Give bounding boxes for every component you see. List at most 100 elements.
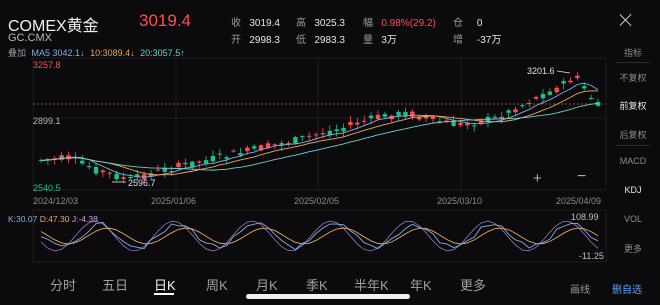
candle-body bbox=[265, 143, 271, 148]
candle-body bbox=[506, 110, 511, 113]
kdj-lines bbox=[40, 220, 599, 252]
candle-body bbox=[533, 96, 539, 99]
candle-body bbox=[451, 121, 456, 126]
candle-body bbox=[59, 155, 64, 160]
tab-half-year-k[interactable]: 半年K bbox=[354, 275, 389, 294]
candle-body bbox=[114, 173, 119, 180]
candle-body bbox=[396, 111, 401, 116]
ma20-line bbox=[40, 102, 599, 171]
candle-body bbox=[80, 160, 85, 164]
y-axis-mid: 2899.1 bbox=[33, 116, 61, 126]
candle-body bbox=[561, 81, 566, 84]
candle-body bbox=[183, 162, 188, 165]
candle-body bbox=[520, 105, 525, 107]
y-axis-bottom: 2540.5 bbox=[33, 183, 61, 193]
date-label-5: 2025/04/09 bbox=[556, 196, 602, 206]
ma-lines bbox=[40, 82, 599, 178]
tab-intraday[interactable]: 分时 bbox=[50, 275, 76, 294]
candle-body bbox=[121, 177, 126, 179]
candle-body bbox=[568, 80, 573, 83]
candle-body bbox=[203, 160, 209, 164]
candle-body bbox=[196, 161, 202, 163]
active-tab-underline bbox=[154, 293, 174, 295]
tab-daily-k[interactable]: 日K bbox=[154, 275, 176, 294]
post-adjust-option[interactable]: 后复权 bbox=[612, 128, 654, 141]
candle-body bbox=[251, 146, 257, 149]
candle-body bbox=[231, 150, 236, 152]
candle-body bbox=[430, 116, 436, 120]
candle-body bbox=[155, 169, 161, 171]
candle-body bbox=[306, 135, 312, 137]
candle-body bbox=[348, 122, 353, 125]
candle-body bbox=[334, 129, 339, 131]
candle-body bbox=[245, 147, 250, 152]
tab-yearly-k[interactable]: 年K bbox=[410, 275, 432, 294]
tab-weekly-k[interactable]: 周K bbox=[206, 275, 228, 294]
candle-body bbox=[190, 161, 195, 168]
kdj-d: D:47.30 bbox=[39, 214, 70, 224]
zoom-out-button[interactable]: − bbox=[577, 168, 586, 186]
candle-body bbox=[588, 98, 594, 100]
candle-body bbox=[527, 102, 532, 104]
candle-body bbox=[554, 87, 559, 93]
candle-body bbox=[472, 125, 477, 127]
candle-body bbox=[582, 86, 587, 89]
candle-body bbox=[382, 114, 388, 117]
candle-body bbox=[224, 157, 229, 159]
indicator-menu[interactable]: 指标 bbox=[612, 46, 654, 59]
tab-five-day[interactable]: 五日 bbox=[102, 275, 128, 294]
tab-quarterly-k[interactable]: 季K bbox=[306, 275, 328, 294]
ma10-line bbox=[40, 90, 599, 176]
candle-body bbox=[341, 127, 346, 132]
candle-body bbox=[547, 91, 553, 95]
kdj-k: K:30.07 bbox=[8, 214, 38, 224]
y-axis-top: 3257.8 bbox=[33, 60, 61, 70]
date-label-3: 2025/02/05 bbox=[294, 196, 340, 206]
candle-body bbox=[375, 114, 381, 119]
candle-body bbox=[217, 153, 222, 155]
remove-watchlist-button[interactable]: 删自选 bbox=[612, 281, 642, 296]
candle-body bbox=[540, 93, 546, 99]
high-marker-label: 3201.6 bbox=[527, 66, 555, 76]
candle-body bbox=[575, 75, 580, 79]
candle-body bbox=[210, 155, 216, 162]
candle-body bbox=[368, 115, 374, 119]
kdj-option[interactable]: KDJ bbox=[612, 185, 654, 195]
candle-body bbox=[93, 167, 99, 174]
candle-body bbox=[313, 134, 319, 136]
candle-body bbox=[272, 144, 278, 146]
high-marker-arrow bbox=[556, 70, 571, 74]
ma5-line bbox=[40, 82, 599, 178]
no-adjust-option[interactable]: 不复权 bbox=[612, 71, 654, 84]
more-indicators-option[interactable]: 更多 bbox=[612, 242, 654, 255]
candle-body bbox=[492, 116, 498, 118]
kdj-j: J:-4.38 bbox=[71, 214, 98, 224]
candle-body bbox=[361, 120, 367, 122]
tab-monthly-k[interactable]: 月K bbox=[256, 275, 278, 294]
pre-adjust-option[interactable]: 前复权 bbox=[612, 99, 654, 112]
low-marker-label: 2596.7 bbox=[128, 178, 156, 188]
candle-body bbox=[107, 172, 112, 174]
kdj-j-line bbox=[40, 220, 599, 252]
tab-more[interactable]: 更多 bbox=[460, 275, 486, 294]
draw-line-button[interactable]: 画线 bbox=[570, 281, 590, 296]
candle-body bbox=[513, 109, 518, 113]
kdj-bottom-value: -11.25 bbox=[579, 251, 604, 261]
candle-body bbox=[458, 122, 463, 125]
candle-body bbox=[410, 111, 415, 117]
kdj-top-value: 108.99 bbox=[571, 212, 599, 222]
candle-body bbox=[293, 137, 298, 144]
zoom-in-button[interactable]: + bbox=[533, 170, 542, 187]
date-label-1: 2024/12/03 bbox=[33, 196, 79, 206]
macd-option[interactable]: MACD bbox=[612, 156, 654, 166]
kline-chart[interactable] bbox=[0, 0, 660, 305]
candle-body bbox=[320, 133, 326, 135]
date-label-2: 2025/01/06 bbox=[151, 196, 197, 206]
candle-body bbox=[355, 122, 360, 125]
candle-body bbox=[86, 166, 92, 168]
vol-option[interactable]: VOL bbox=[612, 214, 654, 224]
candle-body bbox=[465, 123, 470, 126]
date-label-4: 2025/03/10 bbox=[437, 196, 483, 206]
candlesticks bbox=[38, 72, 601, 184]
kdj-legend: K:30.07 D:47.30 J:-4.38 bbox=[8, 214, 98, 224]
